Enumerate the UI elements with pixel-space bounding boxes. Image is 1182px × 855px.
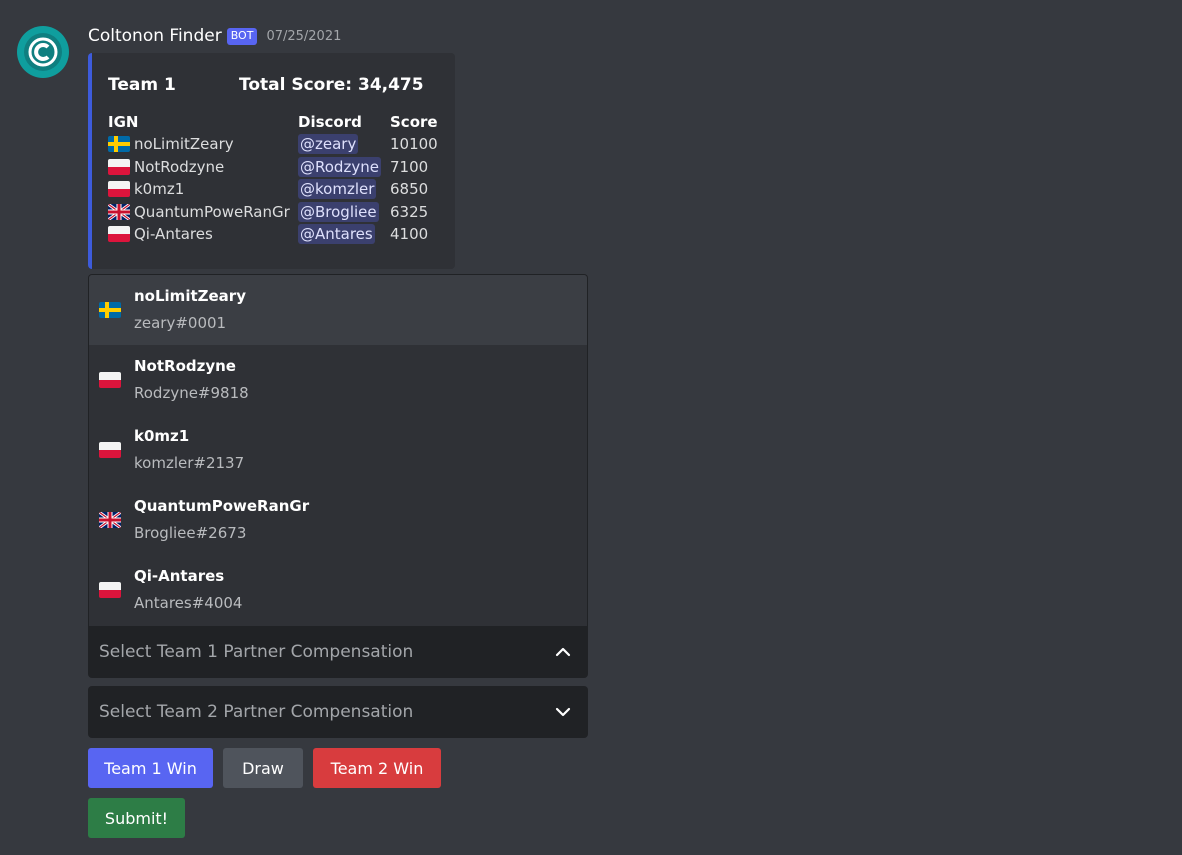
select-placeholder: Select Team 1 Partner Compensation [99, 642, 414, 662]
poland-flag-icon [108, 181, 130, 198]
discord-header: Discord [298, 113, 362, 131]
ign-cell: Qi-Antares [108, 223, 298, 246]
score-column: Score 10100 7100 6850 6325 4100 [390, 111, 440, 246]
submit-button[interactable]: Submit! [88, 798, 185, 838]
discord-cell: @komzler [298, 178, 390, 201]
discord-cell: @zeary [298, 133, 390, 156]
discord-cell: @Antares [298, 223, 390, 246]
ign-column: IGN noLimitZeary NotRodzyne k0mz1 Quantu… [108, 111, 298, 246]
user-mention[interactable]: @komzler [298, 179, 377, 200]
option-description: komzler#2137 [134, 454, 245, 472]
discord-cell: @Rodzyne [298, 156, 390, 179]
c-logo-icon [24, 33, 62, 71]
chevron-down-icon [555, 707, 571, 717]
ign-text: NotRodzyne [134, 157, 225, 176]
embed-title-row: Team 1 Total Score: 34,475 [108, 75, 424, 95]
select-option[interactable]: NotRodzyne Rodzyne#9818 [89, 345, 587, 415]
sweden-flag-icon [108, 136, 130, 153]
option-description: Antares#4004 [134, 594, 243, 612]
message-header: Coltonon Finder BOT 07/25/2021 [88, 25, 341, 47]
team2-win-button[interactable]: Team 2 Win [313, 748, 441, 788]
option-label: NotRodzyne [134, 357, 236, 375]
select-placeholder: Select Team 2 Partner Compensation [99, 702, 414, 722]
poland-flag-icon [108, 158, 130, 175]
ign-header: IGN [108, 113, 139, 131]
option-description: Brogliee#2673 [134, 524, 247, 542]
score-cell: 7100 [390, 157, 429, 176]
score-cell: 4100 [390, 225, 429, 244]
select-option[interactable]: noLimitZeary zeary#0001 [89, 275, 587, 345]
embed-fields: IGN noLimitZeary NotRodzyne k0mz1 Quantu… [108, 111, 440, 246]
team1-win-button[interactable]: Team 1 Win [88, 748, 213, 788]
user-mention[interactable]: @Brogliee [298, 201, 379, 222]
user-mention[interactable]: @Rodzyne [298, 156, 381, 177]
user-mention[interactable]: @Antares [298, 224, 375, 245]
discord-column: Discord @zeary @Rodzyne @komzler @Brogli… [298, 111, 390, 246]
user-mention[interactable]: @zeary [298, 134, 359, 155]
draw-button[interactable]: Draw [223, 748, 303, 788]
bot-avatar[interactable] [17, 26, 69, 78]
poland-flag-icon [99, 372, 121, 388]
chevron-up-icon [555, 647, 571, 657]
option-label: Qi-Antares [134, 567, 225, 585]
option-label: noLimitZeary [134, 287, 246, 305]
ign-text: Qi-Antares [134, 225, 213, 244]
select-option[interactable]: Qi-Antares Antares#4004 [89, 555, 587, 625]
bot-message: Coltonon Finder BOT 07/25/2021 Team 1 To… [0, 0, 1182, 855]
sweden-flag-icon [99, 302, 121, 318]
select-options-list: noLimitZeary zeary#0001 NotRodzyne Rodzy… [88, 274, 588, 626]
team-embed: Team 1 Total Score: 34,475 IGN noLimitZe… [88, 53, 455, 269]
ign-text: noLimitZeary [134, 135, 234, 154]
score-cell: 10100 [390, 135, 438, 154]
embed-title: Team 1 [108, 75, 176, 95]
option-description: Rodzyne#9818 [134, 384, 249, 402]
discord-cell: @Brogliee [298, 201, 390, 224]
team2-compensation-select[interactable]: Select Team 2 Partner Compensation [88, 686, 588, 738]
uk-flag-icon [99, 512, 121, 528]
option-label: QuantumPoweRanGr [134, 497, 310, 515]
option-description: zeary#0001 [134, 314, 227, 332]
ign-cell: k0mz1 [108, 178, 298, 201]
embed-total-score: Total Score: 34,475 [239, 75, 424, 95]
score-cell: 6325 [390, 202, 429, 221]
ign-text: QuantumPoweRanGr [134, 202, 290, 221]
poland-flag-icon [108, 226, 130, 243]
option-label: k0mz1 [134, 427, 190, 445]
poland-flag-icon [99, 582, 121, 598]
username[interactable]: Coltonon Finder [88, 26, 222, 46]
select-option[interactable]: k0mz1 komzler#2137 [89, 415, 587, 485]
bot-badge: BOT [226, 27, 258, 45]
team1-compensation-select[interactable]: Select Team 1 Partner Compensation [88, 626, 588, 678]
score-cell: 6850 [390, 180, 429, 199]
ign-cell: noLimitZeary [108, 133, 298, 156]
ign-text: k0mz1 [134, 180, 185, 199]
uk-flag-icon [108, 203, 130, 220]
poland-flag-icon [99, 442, 121, 458]
timestamp: 07/25/2021 [266, 28, 342, 44]
score-header: Score [390, 113, 438, 131]
select-option[interactable]: QuantumPoweRanGr Brogliee#2673 [89, 485, 587, 555]
ign-cell: QuantumPoweRanGr [108, 201, 298, 224]
ign-cell: NotRodzyne [108, 156, 298, 179]
